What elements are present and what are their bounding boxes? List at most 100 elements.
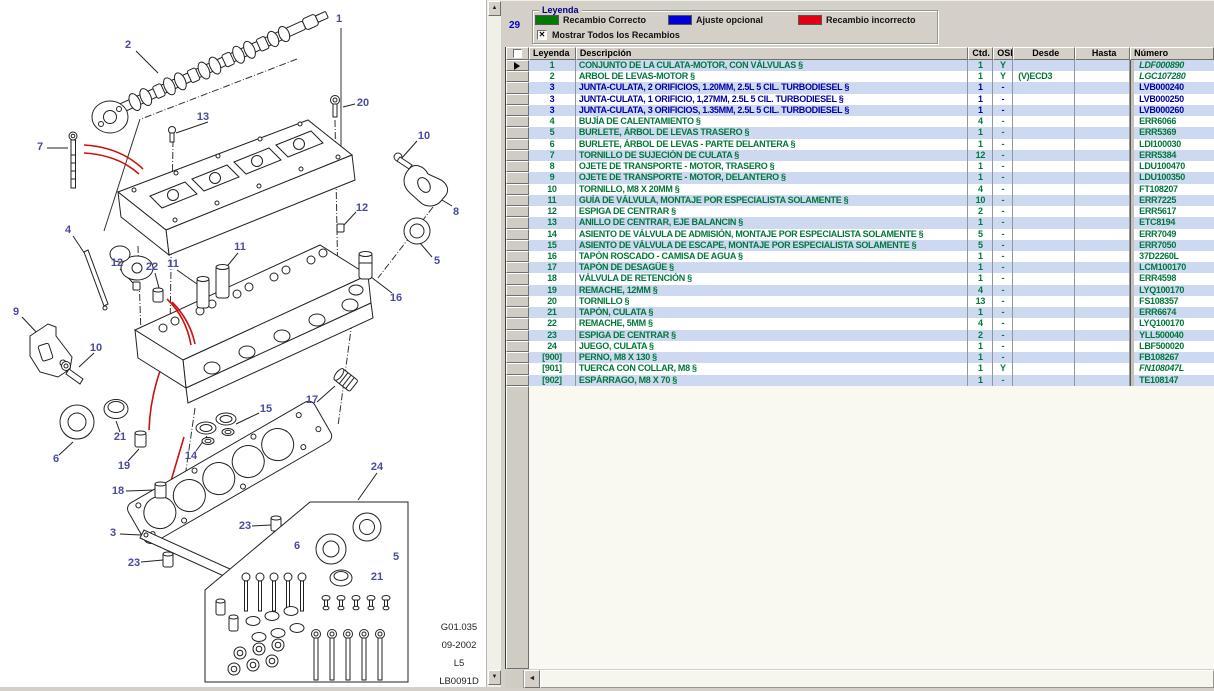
table-row[interactable]: 3JUNTA-CULATA, 2 ORIFICIOS, 1.20MM, 2.5L… (506, 82, 1214, 93)
table-row[interactable]: 6BURLETE, ÁRBOL DE LEVAS - PARTE DELANTE… (506, 139, 1214, 150)
row-selector[interactable] (506, 206, 529, 217)
table-row[interactable]: 1CONJUNTO DE LA CULATA-MOTOR, CON VÁLVUL… (506, 60, 1214, 71)
table-row[interactable]: [902]ESPÁRRAGO, M8 X 70 §1-TE108147 (506, 375, 1214, 386)
table-row[interactable]: 5BURLETE, ÁRBOL DE LEVAS TRASERO §1-ERR5… (506, 127, 1214, 138)
row-selector[interactable] (506, 240, 529, 251)
column-header-numero[interactable]: Número (1130, 47, 1214, 60)
table-row[interactable]: 15ASIENTO DE VÁLVULA DE ESCAPE, MONTAJE … (506, 240, 1214, 251)
row-selector[interactable] (506, 127, 529, 138)
table-row[interactable]: 8OJETE DE TRANSPORTE - MOTOR, TRASERO §1… (506, 161, 1214, 172)
legend-item: Recambio incorrecto (798, 15, 938, 25)
cell-osi: - (993, 296, 1013, 307)
cell-desc: TAPÓN ROSCADO - CAMISA DE AGUA § (576, 251, 968, 262)
table-row[interactable]: [901]TUERCA CON COLLAR, M8 §1YFN108047L (506, 363, 1214, 374)
cell-ctd: 1 (968, 341, 993, 352)
row-selector[interactable] (506, 363, 529, 374)
table-row[interactable]: 23ESPIGA DE CENTRAR §2-YLL500040 (506, 330, 1214, 341)
cell-num: FB108267 (1130, 352, 1214, 363)
table-row[interactable]: 12ESPIGA DE CENTRAR §2-ERR5617 (506, 206, 1214, 217)
row-selector[interactable] (506, 251, 529, 262)
show-all-parts-checkbox[interactable]: ✕ Mostrar Todos los Recambios (537, 30, 680, 40)
table-row[interactable]: 3JUNTA-CULATA, 1 ORIFICIO, 1,27MM, 2.5L … (506, 94, 1214, 105)
table-row[interactable]: 7TORNILLO DE SUJECIÓN DE CULATA §12-ERR5… (506, 150, 1214, 161)
row-selector[interactable] (506, 161, 529, 172)
part-callout-23: 23 (239, 520, 251, 532)
table-row[interactable]: 20TORNILLO §13-FS108357 (506, 296, 1214, 307)
table-row[interactable]: 3JUNTA-CULATA, 3 ORIFICIOS, 1.35MM, 2.5L… (506, 105, 1214, 116)
row-selector[interactable] (506, 116, 529, 127)
cell-ley: 17 (529, 262, 576, 273)
cell-ley: 20 (529, 296, 576, 307)
scroll-left-button[interactable]: ◄ (524, 670, 540, 688)
row-selector[interactable] (506, 172, 529, 183)
table-row[interactable]: 18VÁLVULA DE RETENCIÓN §1-ERR4598 (506, 273, 1214, 284)
column-header-descripcion[interactable]: Descripción (576, 47, 968, 60)
cell-ley: 22 (529, 318, 576, 329)
row-selector[interactable] (506, 341, 529, 352)
row-selector[interactable] (506, 330, 529, 341)
column-header-hasta[interactable]: Hasta (1075, 47, 1130, 60)
select-all-header-cell[interactable] (506, 47, 529, 60)
part-callout-8: 8 (453, 206, 459, 218)
table-row[interactable]: [900]PERNO, M8 X 130 §1-FB108267 (506, 352, 1214, 363)
cell-num: LYQ100170 (1130, 318, 1214, 329)
row-selector[interactable] (506, 285, 529, 296)
row-selector[interactable] (506, 262, 529, 273)
cell-desde (1013, 127, 1075, 138)
cell-ctd: 4 (968, 116, 993, 127)
row-selector[interactable] (506, 217, 529, 228)
cell-ctd: 13 (968, 296, 993, 307)
table-row[interactable]: 24JUEGO, CULATA §1-LBF500020 (506, 341, 1214, 352)
row-selector[interactable] (506, 105, 529, 116)
row-selector[interactable] (506, 184, 529, 195)
table-row[interactable]: 14ASIENTO DE VÁLVULA DE ADMISIÓN, MONTAJ… (506, 229, 1214, 240)
checkbox-icon[interactable]: ✕ (537, 30, 547, 40)
header-checkbox-icon[interactable] (513, 49, 522, 58)
table-row[interactable]: 9OJETE DE TRANSPORTE - MOTOR, DELANTERO … (506, 172, 1214, 183)
cell-desc: JUNTA-CULATA, 1 ORIFICIO, 1,27MM, 2.5L 5… (576, 94, 968, 105)
table-row[interactable]: 22REMACHE, 5MM §4-LYQ100170 (506, 318, 1214, 329)
cell-num: LYQ100170 (1130, 285, 1214, 296)
row-selector[interactable] (506, 296, 529, 307)
column-header-osi[interactable]: OSI (993, 47, 1013, 60)
row-selector[interactable] (506, 195, 529, 206)
row-selector[interactable] (506, 229, 529, 240)
row-selector[interactable] (506, 307, 529, 318)
table-horizontal-scrollbar[interactable]: ◄ (505, 670, 1214, 688)
row-selector[interactable] (506, 375, 529, 386)
cell-osi: - (993, 82, 1013, 93)
row-selector[interactable] (506, 352, 529, 363)
table-row[interactable]: 21TAPÓN, CULATA §1-ERR6674 (506, 307, 1214, 318)
table-row[interactable]: 10TORNILLO, M8 X 20MM §4-FT108207 (506, 184, 1214, 195)
row-selector[interactable] (506, 150, 529, 161)
row-selector[interactable] (506, 273, 529, 284)
row-selector[interactable] (506, 71, 529, 82)
cell-num: LVB000250 (1130, 94, 1214, 105)
cell-desde (1013, 94, 1075, 105)
column-header-ctd[interactable]: Ctd. (968, 47, 993, 60)
row-selector[interactable] (506, 82, 529, 93)
table-row[interactable]: 19REMACHE, 12MM §4-LYQ100170 (506, 285, 1214, 296)
row-selector[interactable] (506, 94, 529, 105)
row-selector[interactable] (506, 318, 529, 329)
diagram-vertical-scrollbar[interactable]: ▲ ▼ (486, 0, 501, 687)
legend-item: Recambio Correcto (535, 15, 668, 25)
table-row[interactable]: 17TAPÓN DE DESAGÜE §1-LCM100170 (506, 262, 1214, 273)
table-row[interactable]: 11GUÍA DE VÁLVULA, MONTAJE POR ESPECIALI… (506, 195, 1214, 206)
column-header-desde[interactable]: Desde (1013, 47, 1075, 60)
scroll-down-button[interactable]: ▼ (488, 670, 501, 685)
row-selector[interactable] (506, 60, 529, 71)
table-row[interactable]: 2ARBOL DE LEVAS-MOTOR §1Y(V)ECD3LGC10728… (506, 71, 1214, 82)
table-row[interactable]: 16TAPÓN ROSCADO - CAMISA DE AGUA §1-37D2… (506, 251, 1214, 262)
row-selector[interactable] (506, 139, 529, 150)
table-row[interactable]: 4BUJÍA DE CALENTAMIENTO §4-ERR6066 (506, 116, 1214, 127)
scroll-up-button[interactable]: ▲ (488, 1, 501, 16)
cell-ctd: 10 (968, 195, 993, 206)
cell-desde (1013, 273, 1075, 284)
column-header-leyenda[interactable]: Leyenda (529, 47, 576, 60)
cell-ley: 15 (529, 240, 576, 251)
cell-hasta (1075, 184, 1130, 195)
horizontal-scroll-thumb[interactable] (540, 670, 1214, 688)
table-row[interactable]: 13ANILLO DE CENTRAR, EJE BALANCIN §1-ETC… (506, 217, 1214, 228)
cell-hasta (1075, 139, 1130, 150)
